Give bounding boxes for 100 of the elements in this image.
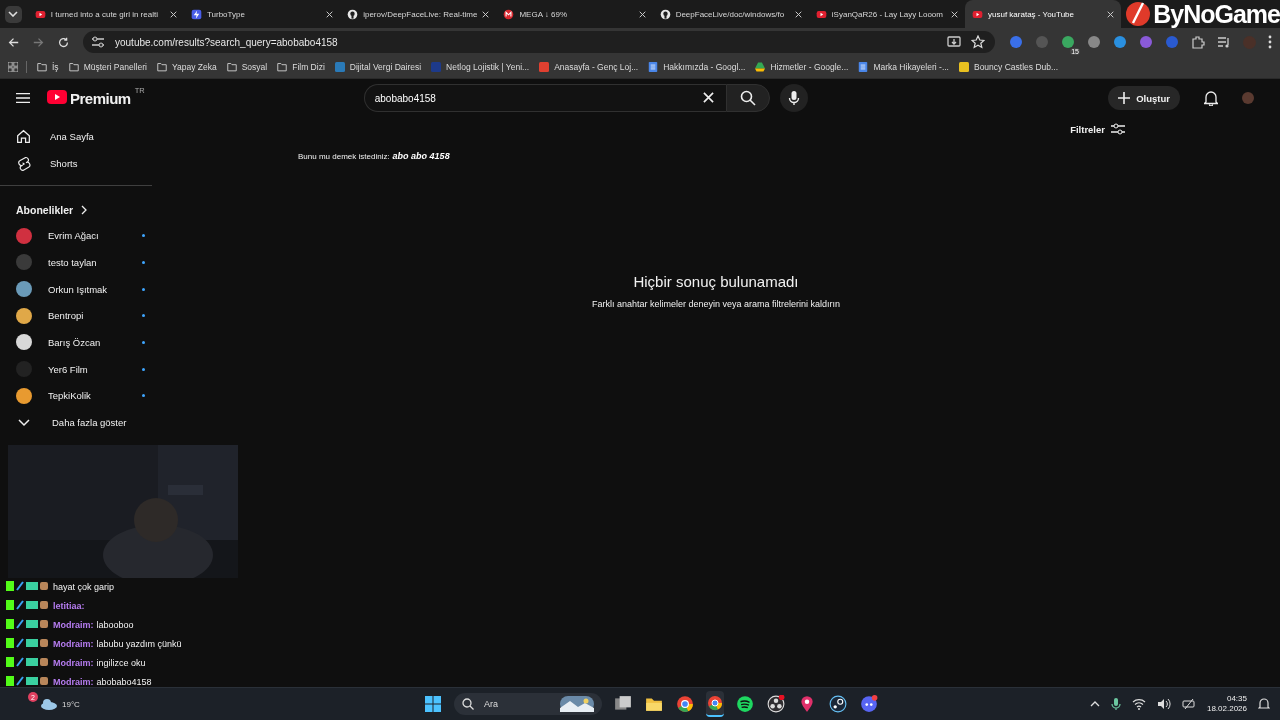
bookmark[interactable]: Müşteri Panelleri xyxy=(68,62,147,72)
filter-icon xyxy=(1111,123,1125,135)
steam-icon[interactable] xyxy=(829,695,847,713)
browser-tab[interactable]: TurboType xyxy=(183,0,341,28)
bookmark[interactable]: Bouncy Castles Dub... xyxy=(958,62,1059,72)
search-button[interactable] xyxy=(725,84,770,112)
folder-icon[interactable] xyxy=(645,695,663,713)
tune-icon[interactable] xyxy=(91,35,105,49)
folder-icon xyxy=(226,62,237,72)
subscription-item[interactable]: testo taylan xyxy=(0,249,152,276)
badge-icon xyxy=(6,657,50,667)
close-icon[interactable] xyxy=(951,10,958,18)
address-bar[interactable]: youtube.com/results?search_query=abobabo4158 xyxy=(83,31,995,53)
subscription-item[interactable]: TepkiKolik xyxy=(0,382,152,410)
subscription-item[interactable]: Evrim Ağacı xyxy=(0,222,152,250)
start-icon[interactable] xyxy=(425,696,441,712)
clear-icon[interactable] xyxy=(702,92,714,103)
extension-icon[interactable] xyxy=(1087,35,1101,49)
cloud-icon xyxy=(40,698,58,710)
install-icon[interactable] xyxy=(947,35,961,49)
bookmark[interactable]: Hakkımızda - Googl... xyxy=(648,62,746,72)
browser-tab[interactable]: DeepFaceLive/doc/windows/fo xyxy=(652,0,809,28)
extension-icon[interactable] xyxy=(1113,35,1127,49)
badge-icon xyxy=(6,676,50,686)
close-icon[interactable] xyxy=(1107,10,1115,18)
apps-icon[interactable] xyxy=(8,62,18,72)
suggestion-link[interactable]: abo abo 4158 xyxy=(392,151,450,161)
bookmark[interactable]: Sosyal xyxy=(226,62,268,72)
close-icon[interactable] xyxy=(794,10,802,18)
bookmark[interactable]: Hizmetler - Google... xyxy=(755,62,849,72)
spotify-icon[interactable] xyxy=(736,695,754,713)
m-logo-icon xyxy=(503,8,515,20)
bell-icon[interactable] xyxy=(1258,697,1270,711)
puzzle-icon[interactable] xyxy=(1191,35,1205,49)
home-icon xyxy=(16,128,31,144)
badge-icon xyxy=(6,638,50,648)
browser-tab[interactable]: MEGA ↓ 69% xyxy=(496,0,653,28)
play-icon[interactable] xyxy=(47,89,67,104)
bookmark[interactable]: İş xyxy=(37,62,59,72)
chevron-icon xyxy=(81,205,88,216)
close-icon[interactable] xyxy=(169,10,177,18)
bookmark[interactable]: Anasayfa - Genç Loj... xyxy=(539,62,639,72)
subscription-item[interactable]: Barış Özcan xyxy=(0,329,152,356)
folder-icon xyxy=(277,62,288,72)
bookmark[interactable]: Netlog Lojistik | Yeni... xyxy=(431,62,530,72)
pin-icon[interactable] xyxy=(798,695,816,713)
bell-icon[interactable] xyxy=(1204,90,1218,106)
folder-icon xyxy=(68,62,79,72)
subscription-item[interactable]: Yer6 Film xyxy=(0,355,152,383)
bookmark[interactable]: Dijital Vergi Dairesi xyxy=(334,62,422,72)
play-icon xyxy=(972,8,983,20)
bookmark[interactable]: Marka Hikayeleri -... xyxy=(858,62,949,72)
bookmark[interactable]: Film Dizi xyxy=(277,62,325,72)
empty-hint: Farklı anahtar kelimeler deneyin veya arama filtrelerini kaldırın xyxy=(591,299,841,309)
filters-button[interactable]: Filtreler xyxy=(1070,123,1125,135)
windows-icon[interactable] xyxy=(614,695,632,713)
browser-tab[interactable]: iSyanQaR26 - Lay Layy Looom xyxy=(808,0,965,28)
reload-icon[interactable] xyxy=(58,36,69,48)
extension-icon[interactable] xyxy=(1061,35,1075,49)
sidebar-item[interactable]: Shorts xyxy=(0,149,152,177)
search-field[interactable]: abobabo4158 xyxy=(363,84,726,112)
menu-icon[interactable] xyxy=(16,92,30,104)
media-icon[interactable] xyxy=(1217,35,1231,49)
more-icon[interactable] xyxy=(1268,35,1272,49)
lightning-icon xyxy=(190,8,202,20)
sidebar-item[interactable]: Ana Sayfa xyxy=(0,123,152,150)
chevron-up-icon[interactable] xyxy=(1089,701,1100,707)
show-more-button[interactable]: Daha fazla göster xyxy=(0,409,152,436)
browser-tab[interactable]: yusuf karataş - YouTube xyxy=(965,0,1122,28)
volume-icon[interactable] xyxy=(1156,698,1171,710)
subscription-item[interactable]: Orkun Işıtmak xyxy=(0,275,152,303)
back-icon[interactable] xyxy=(8,36,19,48)
battery-icon[interactable] xyxy=(1181,698,1196,710)
chat-username: Modraim: xyxy=(53,620,94,630)
discord-icon[interactable] xyxy=(860,695,878,713)
section-heading[interactable]: Abonelikler xyxy=(0,198,152,223)
chrome-icon[interactable] xyxy=(676,695,694,713)
wifi-icon[interactable] xyxy=(1131,698,1146,710)
badge-icon xyxy=(6,600,50,610)
microphone-icon[interactable] xyxy=(1110,697,1121,711)
create-button[interactable]: Oluştur xyxy=(1108,86,1180,110)
obs-icon[interactable] xyxy=(767,695,785,713)
close-icon[interactable] xyxy=(326,10,334,18)
logo-text[interactable]: Premium xyxy=(70,89,131,107)
subscription-item[interactable]: Bentropi xyxy=(0,302,152,330)
bookmark[interactable]: Yapay Zeka xyxy=(156,62,217,72)
voice-search-button[interactable] xyxy=(779,84,808,112)
extension-icon[interactable] xyxy=(1139,35,1153,49)
browser-tab[interactable]: I turned into a cute girl in realti xyxy=(27,0,184,28)
chrome-icon[interactable] xyxy=(707,694,723,712)
clock-date: 18.02.2026 xyxy=(1206,704,1247,714)
close-icon[interactable] xyxy=(482,10,490,18)
taskbar-search[interactable]: Ara xyxy=(454,693,602,715)
chat-message: abobabo4158 xyxy=(96,677,152,687)
browser-tab[interactable]: iperov/DeepFaceLive: Real-time xyxy=(340,0,497,28)
channel-logo: ByNoGame xyxy=(1125,0,1280,29)
close-icon[interactable] xyxy=(638,10,646,18)
extension-icon[interactable] xyxy=(1009,35,1023,49)
star-icon[interactable] xyxy=(971,35,985,49)
tab-search-button[interactable] xyxy=(5,5,22,23)
